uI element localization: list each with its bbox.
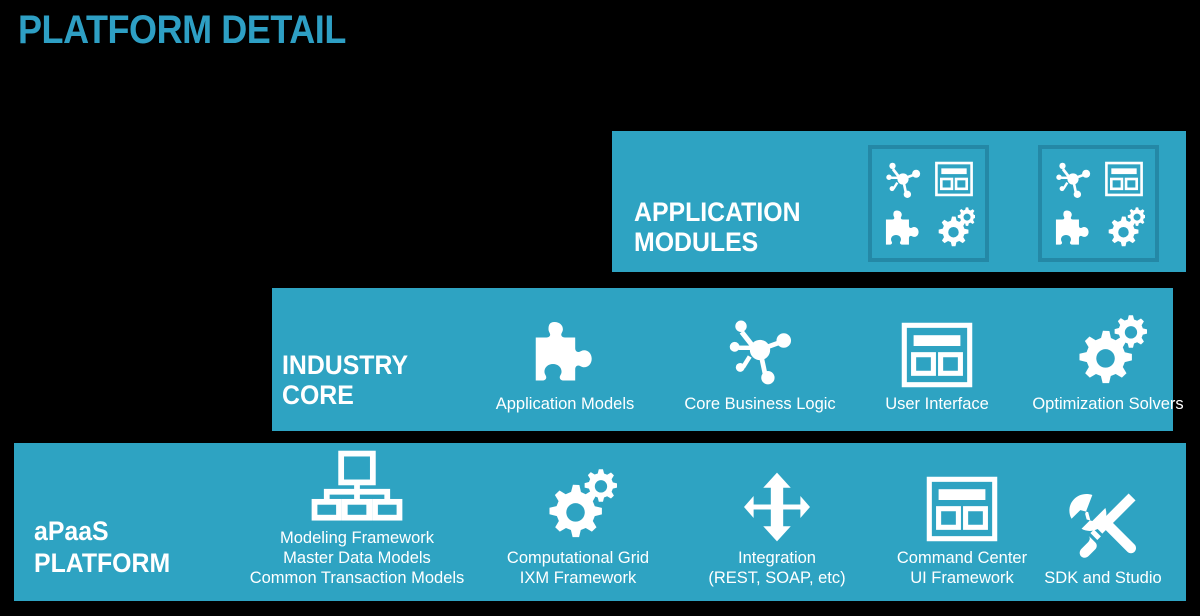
apaas-item-caption: Modeling Framework Master Data Models Co… xyxy=(249,529,465,587)
network-node-icon xyxy=(721,312,799,388)
apaas-item-integration[interactable]: Integration (REST, SOAP, etc) xyxy=(677,472,877,588)
network-node-icon xyxy=(1052,158,1094,200)
core-item-caption: Application Models xyxy=(495,395,635,413)
puzzle-piece-icon xyxy=(528,316,602,388)
network-node-icon xyxy=(882,158,924,200)
four-way-arrow-icon xyxy=(744,472,810,542)
band-application-modules: APPLICATION MODULES xyxy=(612,131,1186,272)
band-apaas-platform-label: aPaaS PLATFORM xyxy=(34,516,171,578)
apaas-item-caption: SDK and Studio xyxy=(1044,569,1162,587)
apaas-item-caption: Computational Grid IXM Framework xyxy=(506,549,650,587)
core-item-caption: User Interface xyxy=(885,395,989,413)
band-application-modules-label: APPLICATION MODULES xyxy=(634,197,801,257)
core-item-caption: Core Business Logic xyxy=(684,395,836,413)
tools-icon xyxy=(1067,490,1139,562)
window-layout-icon xyxy=(1104,161,1144,197)
apaas-item-caption: Integration (REST, SOAP, etc) xyxy=(708,549,846,587)
core-item-application-models[interactable]: Application Models xyxy=(452,316,678,414)
gears-icon xyxy=(933,207,975,249)
application-module-box-1[interactable] xyxy=(868,145,989,262)
core-item-core-business-logic[interactable]: Core Business Logic xyxy=(650,312,870,414)
window-layout-icon xyxy=(926,476,998,542)
gears-icon xyxy=(539,468,617,542)
puzzle-piece-icon xyxy=(882,207,924,249)
gears-icon xyxy=(1069,314,1147,388)
band-industry-core-label: INDUSTRY CORE xyxy=(282,350,409,410)
apaas-item-sdk-and-studio[interactable]: SDK and Studio xyxy=(1004,490,1200,588)
gears-icon xyxy=(1103,207,1145,249)
apaas-item-modeling-framework[interactable]: Modeling Framework Master Data Models Co… xyxy=(233,450,481,588)
band-apaas-platform: aPaaS PLATFORM Modeling Framework Master… xyxy=(14,443,1186,601)
window-layout-icon xyxy=(901,322,973,388)
application-module-box-2[interactable] xyxy=(1038,145,1159,262)
puzzle-piece-icon xyxy=(1052,207,1094,249)
apaas-item-computational-grid[interactable]: Computational Grid IXM Framework xyxy=(469,468,687,588)
band-industry-core: INDUSTRY CORE Application Models Core Bu… xyxy=(272,288,1184,431)
window-layout-icon xyxy=(934,161,974,197)
platform-detail-diagram: PLATFORM DETAIL APPLICATION MODULES INDU… xyxy=(0,0,1200,616)
core-item-optimization-solvers[interactable]: Optimization Solvers xyxy=(999,314,1200,414)
hierarchy-icon xyxy=(310,450,404,522)
core-item-caption: Optimization Solvers xyxy=(1032,395,1184,413)
page-title: PLATFORM DETAIL xyxy=(18,8,346,52)
